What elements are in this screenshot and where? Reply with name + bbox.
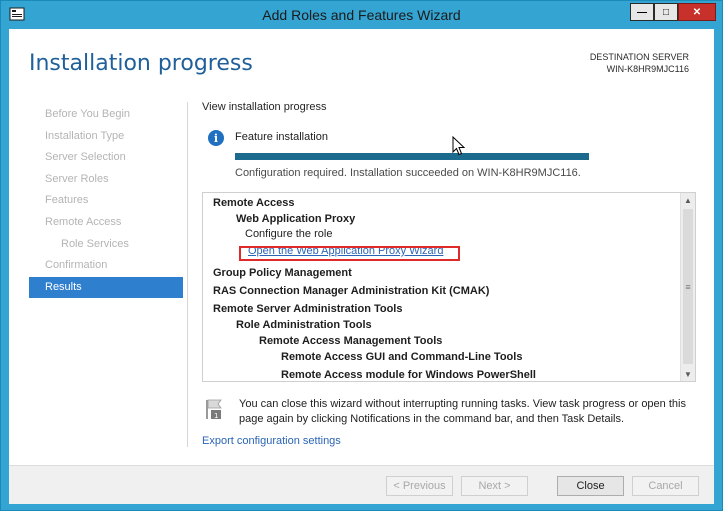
nav-item-features: Features bbox=[45, 194, 89, 207]
nav-item-confirmation: Confirmation bbox=[45, 259, 108, 272]
result-configure-role: Configure the role bbox=[245, 228, 333, 240]
window-close-button[interactable]: ✕ bbox=[678, 3, 716, 21]
result-group-policy-management: Group Policy Management bbox=[213, 267, 352, 279]
result-remote-access-powershell: Remote Access module for Windows PowerSh… bbox=[281, 369, 536, 381]
highlight-annotation bbox=[239, 246, 460, 261]
maximize-button[interactable]: □ bbox=[654, 3, 678, 21]
cancel-button[interactable]: Cancel bbox=[632, 476, 699, 496]
minimize-button[interactable]: — bbox=[630, 3, 654, 21]
nav-item-role-services: Role Services bbox=[61, 237, 129, 250]
mouse-cursor-icon bbox=[452, 136, 466, 156]
nav-item-before-you-begin: Before You Begin bbox=[45, 108, 131, 120]
destination-server-name: WIN-K8HR9MJC116 bbox=[606, 64, 689, 74]
installation-progress-bar bbox=[235, 153, 589, 160]
close-wizard-notice: You can close this wizard without interr… bbox=[239, 398, 686, 425]
title-bar[interactable]: Add Roles and Features Wizard — □ ✕ bbox=[1, 1, 722, 29]
result-role-admin-tools: Role Administration Tools bbox=[236, 319, 372, 331]
result-ras-cmak: RAS Connection Manager Administration Ki… bbox=[213, 285, 490, 297]
feature-installation-label: Feature installation bbox=[235, 131, 328, 143]
nav-item-installation-type: Installation Type bbox=[45, 129, 125, 142]
nav-item-remote-access: Remote Access bbox=[45, 215, 122, 228]
view-progress-heading: View installation progress bbox=[202, 101, 327, 113]
nav-item-results[interactable]: Results bbox=[29, 276, 183, 299]
installation-status-text: Configuration required. Installation suc… bbox=[235, 167, 581, 179]
window-frame-bottom bbox=[1, 504, 722, 510]
close-button[interactable]: Close bbox=[557, 476, 624, 496]
info-icon: i bbox=[208, 130, 224, 146]
destination-server-label: DESTINATION SERVER bbox=[589, 52, 689, 62]
previous-button[interactable]: < Previous bbox=[386, 476, 453, 496]
scroll-down-arrow-icon[interactable]: ▼ bbox=[681, 367, 695, 381]
notification-flag-icon: 1 bbox=[206, 399, 222, 420]
result-remote-access: Remote Access bbox=[213, 197, 295, 209]
result-web-application-proxy: Web Application Proxy bbox=[236, 213, 356, 225]
scroll-up-arrow-icon[interactable]: ▲ bbox=[681, 193, 695, 207]
result-remote-access-gui-cli: Remote Access GUI and Command-Line Tools bbox=[281, 351, 523, 363]
results-list[interactable]: Remote Access Web Application Proxy Conf… bbox=[202, 192, 696, 382]
result-rsat: Remote Server Administration Tools bbox=[213, 303, 403, 315]
nav-item-server-selection: Server Selection bbox=[45, 151, 126, 164]
nav-item-server-roles: Server Roles bbox=[45, 172, 109, 185]
window-frame-right bbox=[714, 29, 722, 510]
window-title: Add Roles and Features Wizard bbox=[262, 7, 461, 23]
wizard-nav: Before You Begin Installation Type Serve… bbox=[29, 104, 183, 299]
scroll-thumb[interactable]: ≡ bbox=[683, 209, 693, 364]
svg-text:1: 1 bbox=[214, 412, 218, 420]
results-scrollbar[interactable]: ▲ ≡ ▼ bbox=[680, 193, 695, 381]
next-button[interactable]: Next > bbox=[461, 476, 528, 496]
export-configuration-link[interactable]: Export configuration settings bbox=[202, 435, 341, 447]
wizard-window: Add Roles and Features Wizard — □ ✕ Inst… bbox=[0, 0, 723, 511]
window-frame-left bbox=[1, 29, 9, 510]
nav-divider bbox=[187, 102, 188, 447]
page-title: Installation progress bbox=[29, 51, 253, 76]
progress-bar-fill bbox=[235, 153, 589, 160]
result-remote-access-mgmt-tools: Remote Access Management Tools bbox=[259, 335, 443, 347]
